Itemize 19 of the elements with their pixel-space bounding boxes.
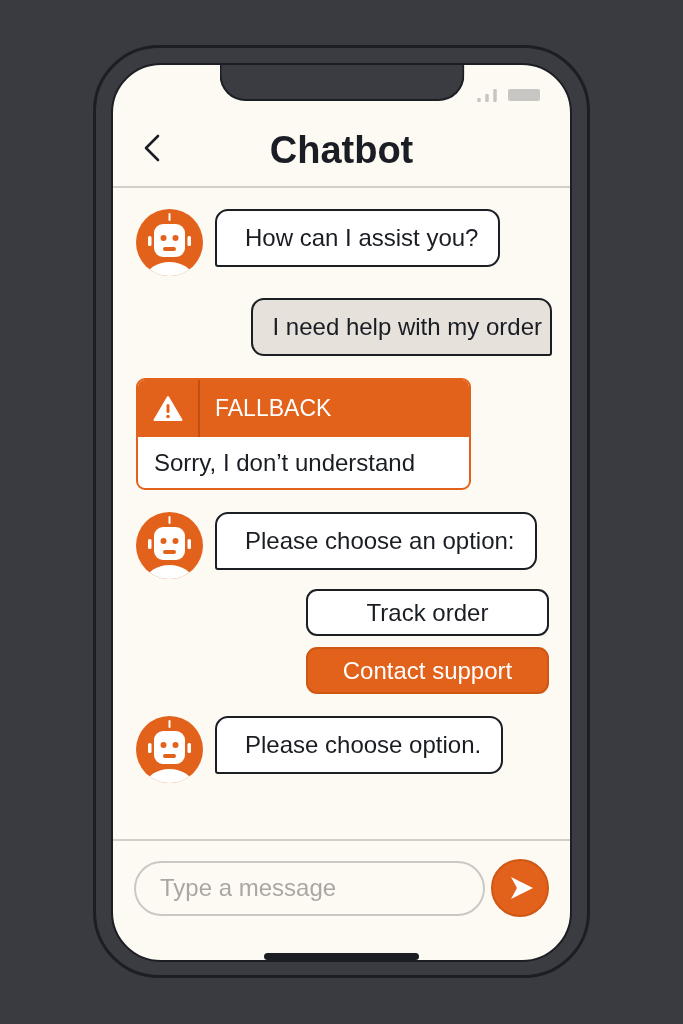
bot-message: Please choose an option: <box>215 512 537 570</box>
robot-avatar-icon <box>136 512 203 579</box>
robot-avatar-icon <box>136 209 203 276</box>
option-button[interactable]: Track order <box>306 589 549 636</box>
fallback-message: Sorry, I don’t understand <box>154 450 416 475</box>
warning-icon <box>153 395 183 422</box>
robot-avatar-icon <box>136 716 203 783</box>
battery-icon <box>508 89 540 101</box>
back-icon[interactable] <box>143 134 161 162</box>
signal-icon <box>477 89 497 102</box>
fallback-label: FALLBACK <box>214 397 332 420</box>
user-message: I need help with my order <box>250 298 552 356</box>
bot-message: How can I assist you? <box>215 209 501 267</box>
send-button[interactable] <box>491 859 549 917</box>
bot-message: Please choose option. <box>215 716 504 774</box>
screen-title: Chatbot <box>269 128 414 169</box>
option-button[interactable]: Contact support <box>306 647 549 694</box>
send-icon <box>510 876 534 900</box>
message-input[interactable]: Type a message <box>134 860 485 916</box>
